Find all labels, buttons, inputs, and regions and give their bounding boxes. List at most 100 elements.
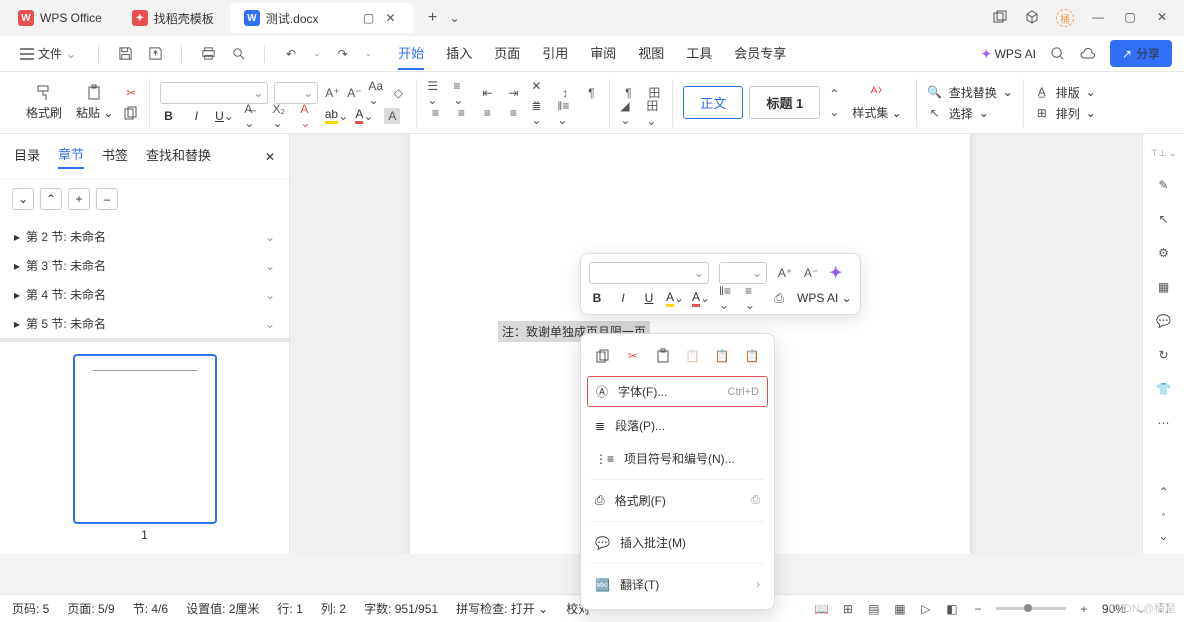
tab-review[interactable]: 审阅 <box>590 37 616 70</box>
ctx-clipboard-icon[interactable]: 📋 <box>744 348 760 364</box>
mini-highlight-icon[interactable]: A ⌄ <box>667 290 683 306</box>
zoom-out-icon[interactable]: − <box>970 601 986 617</box>
print-preview-icon[interactable] <box>230 46 246 62</box>
status-page-no[interactable]: 页码: 5 <box>12 600 49 617</box>
italic-icon[interactable]: I <box>188 108 204 124</box>
new-tab-button[interactable]: + <box>425 10 441 26</box>
document-tab[interactable]: W 测试.docx ▢ ✕ <box>230 3 413 33</box>
history-icon[interactable]: ↻ <box>1156 347 1172 363</box>
style-sets-button[interactable]: 样式集 ⌄ <box>848 82 905 123</box>
minimize-button[interactable]: — <box>1090 9 1106 25</box>
template-tab[interactable]: ✦ 找稻壳模板 <box>118 3 228 33</box>
zoom-slider[interactable] <box>996 607 1066 610</box>
borders-icon[interactable]: 田 ⌄ <box>646 105 662 121</box>
share-button[interactable]: ↗ 分享 <box>1110 40 1172 67</box>
font-size-combo[interactable]: ⌄ <box>274 82 318 104</box>
change-case-icon[interactable]: Aa ⌄ <box>368 85 384 101</box>
settings-adjust-icon[interactable]: ⚙ <box>1156 245 1172 261</box>
ctx-format-painter[interactable]: ⎙格式刷(F)⎙ <box>581 484 774 517</box>
mini-ai-icon[interactable]: ✦ <box>829 263 842 283</box>
avatar[interactable]: 桶 <box>1056 9 1074 27</box>
bullets-icon[interactable]: ☰ ⌄ <box>427 85 443 101</box>
status-row[interactable]: 行: 1 <box>277 600 302 617</box>
font-style-a-icon[interactable]: A ⌄ <box>300 108 316 124</box>
more-icon[interactable]: ⋯ <box>1156 415 1172 431</box>
scroll-up-icon[interactable]: ⌃ <box>1156 484 1172 500</box>
view-web-icon[interactable]: ▦ <box>892 601 908 617</box>
sidebar-tab-bookmarks[interactable]: 书签 <box>102 145 128 168</box>
sidebar-tab-findreplace[interactable]: 查找和替换 <box>146 145 211 168</box>
indent-dec-icon[interactable]: ⇤ <box>479 85 495 101</box>
close-button[interactable]: ✕ <box>1154 9 1170 25</box>
undo-icon[interactable]: ↶ <box>283 46 299 62</box>
multiwin-icon[interactable] <box>992 9 1008 25</box>
remove-section-button[interactable]: – <box>96 188 118 210</box>
view-compact-icon[interactable]: ⊞ <box>840 601 856 617</box>
mini-font-color-icon[interactable]: A ⌄ <box>693 290 709 306</box>
mini-size-combo[interactable]: ⌄ <box>719 262 767 284</box>
status-section[interactable]: 节: 4/6 <box>133 600 168 617</box>
style-normal[interactable]: 正文 <box>683 86 743 119</box>
ctx-comment[interactable]: 💬插入批注(M) <box>581 526 774 559</box>
mini-line-spacing-icon[interactable]: ‖≡ ⌄ <box>719 290 735 306</box>
shirt-icon[interactable]: 👕 <box>1156 381 1172 397</box>
layout-v-icon[interactable]: A̲ <box>1034 84 1050 100</box>
status-col[interactable]: 列: 2 <box>321 600 346 617</box>
ctx-paste-special-icon[interactable]: 📋 <box>685 348 701 364</box>
select-label[interactable]: 选择 <box>949 105 973 122</box>
ctx-cut-icon[interactable]: ✂ <box>625 348 641 364</box>
font-name-combo[interactable]: ⌄ <box>160 82 268 104</box>
status-page[interactable]: 页面: 5/9 <box>67 600 114 617</box>
chat-icon[interactable]: 💬 <box>1156 313 1172 329</box>
mini-shrink-font-icon[interactable]: A⁻ <box>803 265 819 281</box>
align-right-icon[interactable]: ≡ <box>479 105 495 121</box>
char-shading-icon[interactable]: A <box>384 108 400 124</box>
copy-icon[interactable] <box>123 105 139 121</box>
view-outline-icon[interactable]: ◧ <box>944 601 960 617</box>
nav-down-button[interactable]: ⌄ <box>12 188 34 210</box>
redo-icon[interactable]: ↷ <box>335 46 351 62</box>
numbering-icon[interactable]: ≡ ⌄ <box>453 85 469 101</box>
status-setval[interactable]: 设置值: 2厘米 <box>186 600 259 617</box>
view-book-icon[interactable]: 📖 <box>814 601 830 617</box>
layout-v-label[interactable]: 排版 <box>1056 84 1080 101</box>
cursor-icon[interactable]: ↖ <box>1156 211 1172 227</box>
tab-member[interactable]: 会员专享 <box>734 37 786 70</box>
app-tab[interactable]: W WPS Office <box>4 3 116 33</box>
bold-icon[interactable]: B <box>160 108 176 124</box>
line-spacing-icon[interactable]: ‖≡ ⌄ <box>557 105 573 121</box>
align-justify-icon[interactable]: ≡ <box>505 105 521 121</box>
grow-font-icon[interactable]: A⁺ <box>324 85 340 101</box>
mini-wps-ai[interactable]: WPS AI ⌄ <box>797 291 852 305</box>
highlight-icon[interactable]: ab ⌄ <box>328 108 344 124</box>
view-print-icon[interactable]: ▤ <box>866 601 882 617</box>
export-icon[interactable] <box>147 46 163 62</box>
tree-node[interactable]: ▸第 2 节: 未命名⌄ <box>0 222 289 251</box>
add-section-button[interactable]: + <box>68 188 90 210</box>
tree-node[interactable]: ▸第 3 节: 未命名⌄ <box>0 251 289 280</box>
select-arrow-icon[interactable]: ↖ <box>927 105 943 121</box>
font-color-icon[interactable]: A ⌄ <box>356 108 372 124</box>
align-left-icon[interactable]: ≡ <box>427 105 443 121</box>
tab-insert[interactable]: 插入 <box>446 37 472 70</box>
ctx-paragraph[interactable]: ≣段落(P)... <box>581 409 774 442</box>
indent-inc-icon[interactable]: ⇥ <box>505 85 521 101</box>
ctx-bullets[interactable]: ⋮≡项目符号和编号(N)... <box>581 442 774 475</box>
file-menu[interactable]: 文件 ⌄ <box>12 41 84 66</box>
sidebar-tab-chapters[interactable]: 章节 <box>58 144 84 169</box>
underline-icon[interactable]: U ⌄ <box>216 108 232 124</box>
style-down-icon[interactable]: ⌄ <box>826 104 842 120</box>
paste-button[interactable]: 粘贴 ⌄ <box>72 82 117 123</box>
tab-window-icon[interactable]: ▢ <box>361 10 377 26</box>
tab-page[interactable]: 页面 <box>494 37 520 70</box>
format-painter-button[interactable]: 格式刷 <box>22 82 66 123</box>
align-dist-icon[interactable]: ≣ ⌄ <box>531 105 547 121</box>
clear-format-icon[interactable]: ◇ <box>390 85 406 101</box>
shrink-font-icon[interactable]: A⁻ <box>346 85 362 101</box>
wps-ai-button[interactable]: ✦ WPS AI <box>981 47 1036 61</box>
find-icon[interactable]: 🔍 <box>927 84 943 100</box>
superscript-icon[interactable]: X₂ ⌄ <box>272 108 288 124</box>
maximize-button[interactable]: ▢ <box>1122 9 1138 25</box>
mini-underline-icon[interactable]: U <box>641 290 657 306</box>
search-icon[interactable] <box>1050 46 1066 62</box>
